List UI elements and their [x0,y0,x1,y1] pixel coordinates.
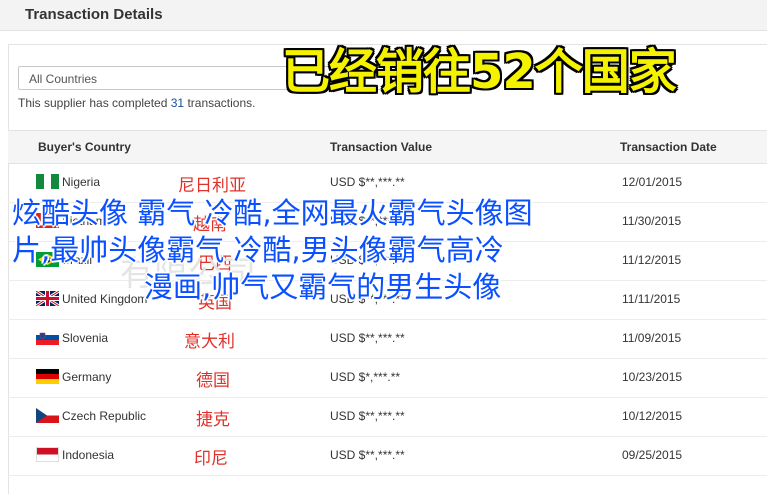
overlay-caption-line: 漫画,帅气又霸气的男生头像 [144,270,502,304]
table-header: Buyer's Country Transaction Value Transa… [8,130,767,164]
overlay-caption-line: 片,最帅头像霸气 冷酷,男头像霸气高冷 [12,233,504,267]
country-name: Germany [62,370,112,384]
transaction-value: USD $**,***.** [330,448,405,462]
overlay-caption-line: 炫酷头像 霸气 冷酷,全网最火霸气头像图 [12,196,533,230]
country-name: Czech Republic [62,409,147,423]
promo-banner-text: 已经销往52个国家 [282,44,677,100]
column-header-country: Buyer's Country [38,140,131,154]
indonesia-flag-icon [36,447,59,462]
column-header-date: Transaction Date [620,140,717,154]
slovenia-flag-icon [36,330,59,345]
transaction-date: 09/25/2015 [622,448,683,462]
transaction-value: USD $*,***.** [330,370,401,384]
country-name-chinese: 意大利 [184,332,235,351]
country-name-chinese: 捷克 [196,410,230,429]
transaction-date: 10/12/2015 [622,409,683,423]
summary-prefix: This supplier has completed [18,96,171,110]
overlay-caption: 炫酷头像 霸气 冷酷,全网最火霸气头像图 片,最帅头像霸气 冷酷,男头像霸气高冷… [12,195,692,306]
country-name-chinese: 德国 [196,371,230,390]
country-name-chinese: 印尼 [194,449,228,468]
country-name: Nigeria [62,175,101,189]
table-row: Indonesia 印尼 USD $**,***.** 09/25/2015 [8,436,767,476]
page-title: Transaction Details [25,6,163,23]
table-row: Slovenia 意大利 USD $**,***.** 11/09/2015 [8,319,767,359]
country-name: Slovenia [62,331,109,345]
table-row: Germany 德国 USD $*,***.** 10/23/2015 [8,358,767,398]
germany-flag-icon [36,369,59,384]
transaction-value: USD $**,***.** [330,409,405,423]
column-header-value: Transaction Value [330,140,433,154]
transaction-value: USD $**,***.** [330,175,405,189]
transaction-value: USD $**,***.** [330,331,405,345]
transaction-date: 11/09/2015 [622,331,682,345]
transaction-summary: This supplier has completed 31 transacti… [18,96,255,110]
country-name-chinese: 尼日利亚 [178,176,246,195]
nigeria-flag-icon [36,174,59,189]
transaction-count: 31 [170,96,185,110]
page-header: Transaction Details [0,0,767,31]
summary-suffix: transactions. [184,96,256,110]
table-row: Czech Republic 捷克 USD $**,***.** 10/12/2… [8,397,767,437]
transaction-date: 10/23/2015 [622,370,683,384]
transaction-date: 12/01/2015 [622,175,683,189]
czech-flag-icon [36,408,59,423]
country-name: Indonesia [62,448,115,462]
